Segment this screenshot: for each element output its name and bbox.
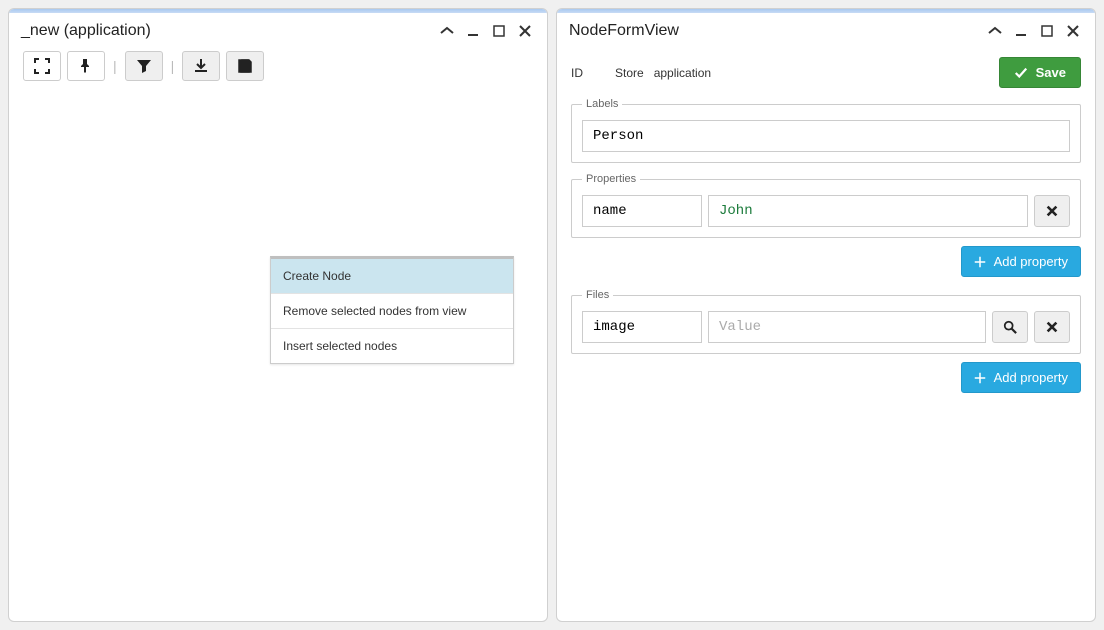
minimize-icon[interactable]	[463, 21, 483, 41]
remove-property-button[interactable]	[1034, 195, 1070, 227]
properties-legend: Properties	[582, 173, 640, 185]
files-group: Files	[571, 289, 1081, 354]
info-row: ID Store application Save	[571, 55, 1081, 98]
check-icon	[1014, 66, 1028, 80]
download-button[interactable]	[182, 51, 220, 81]
toolbar-separator: |	[169, 58, 177, 74]
save-disk-button[interactable]	[226, 51, 264, 81]
labels-legend: Labels	[582, 98, 622, 110]
context-menu-item-insert-selected[interactable]: Insert selected nodes	[271, 329, 513, 363]
files-legend: Files	[582, 289, 613, 301]
fullscreen-button[interactable]	[23, 51, 61, 81]
filter-button[interactable]	[125, 51, 163, 81]
add-property-button[interactable]: Add property	[961, 246, 1081, 277]
left-window: _new (application) | | Create Node Remov…	[8, 8, 548, 622]
titlebar-left: _new (application)	[9, 13, 547, 51]
save-button[interactable]: Save	[999, 57, 1081, 88]
context-menu-item-create-node[interactable]: Create Node	[271, 259, 513, 294]
context-menu: Create Node Remove selected nodes from v…	[270, 256, 514, 364]
file-search-button[interactable]	[992, 311, 1028, 343]
window-title-left: _new (application)	[21, 22, 437, 40]
form-body: ID Store application Save Labels Propert…	[557, 51, 1095, 621]
file-value-input[interactable]	[708, 311, 986, 343]
toolbar-separator: |	[111, 58, 119, 74]
file-row	[582, 311, 1070, 343]
file-key-input[interactable]	[582, 311, 702, 343]
search-icon	[1003, 320, 1017, 334]
minimize-icon[interactable]	[1011, 21, 1031, 41]
store-label: Store	[615, 66, 644, 80]
id-label: ID	[571, 66, 583, 80]
collapse-icon[interactable]	[437, 21, 457, 41]
plus-icon	[974, 256, 986, 268]
left-toolbar: | |	[9, 51, 547, 91]
save-button-label: Save	[1036, 65, 1066, 80]
property-key-input[interactable]	[582, 195, 702, 227]
right-window: NodeFormView ID Store application Save	[556, 8, 1096, 622]
labels-group: Labels	[571, 98, 1081, 163]
left-canvas[interactable]: Create Node Remove selected nodes from v…	[9, 91, 547, 621]
context-menu-item-remove-selected[interactable]: Remove selected nodes from view	[271, 294, 513, 329]
add-property-label: Add property	[994, 254, 1068, 269]
window-title-right: NodeFormView	[569, 22, 985, 40]
pin-button[interactable]	[67, 51, 105, 81]
add-file-property-button[interactable]: Add property	[961, 362, 1081, 393]
titlebar-right: NodeFormView	[557, 13, 1095, 51]
maximize-icon[interactable]	[489, 21, 509, 41]
maximize-icon[interactable]	[1037, 21, 1057, 41]
x-icon	[1045, 204, 1059, 218]
store-value: application	[654, 66, 711, 80]
collapse-icon[interactable]	[985, 21, 1005, 41]
close-icon[interactable]	[515, 21, 535, 41]
property-row	[582, 195, 1070, 227]
close-icon[interactable]	[1063, 21, 1083, 41]
x-icon	[1045, 320, 1059, 334]
add-file-property-label: Add property	[994, 370, 1068, 385]
labels-input[interactable]	[582, 120, 1070, 152]
remove-file-button[interactable]	[1034, 311, 1070, 343]
properties-group: Properties	[571, 173, 1081, 238]
plus-icon	[974, 372, 986, 384]
property-value-input[interactable]	[708, 195, 1028, 227]
